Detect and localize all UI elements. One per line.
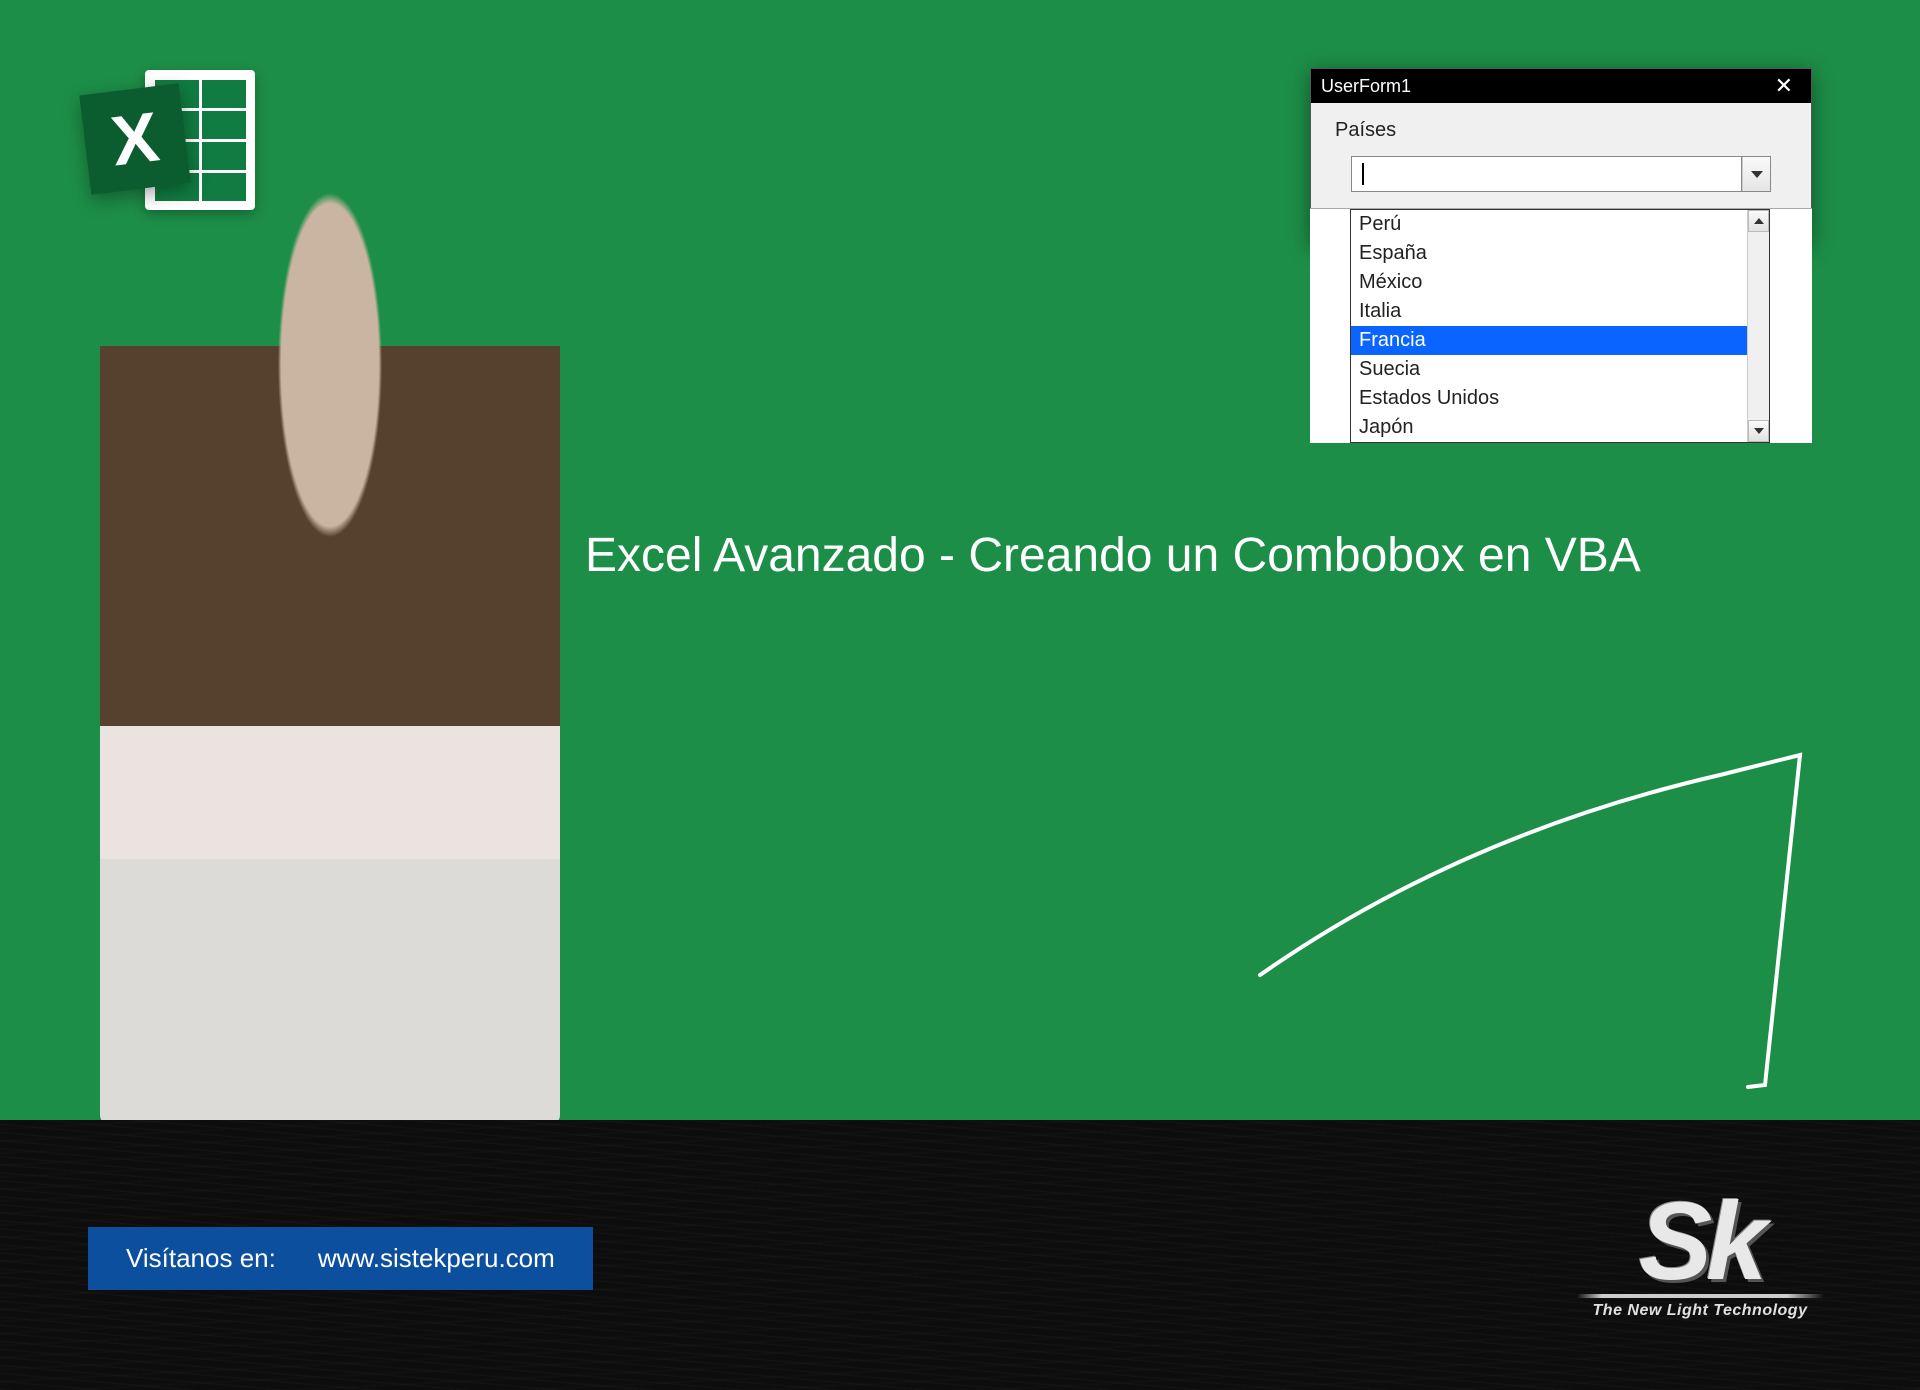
dropdown-item[interactable]: México (1351, 268, 1747, 297)
visit-banner: Visítanos en: www.sistekperu.com (88, 1227, 593, 1290)
decorative-swoosh (1240, 715, 1860, 1105)
visit-label: Visítanos en: (126, 1243, 276, 1274)
scrollbar[interactable] (1747, 210, 1769, 442)
sk-logo: Sk The New Light Technology (1570, 1195, 1830, 1321)
dropdown-item[interactable]: Estados Unidos (1351, 384, 1747, 413)
excel-logo-x-icon: X (79, 83, 190, 194)
combobox-input[interactable] (1351, 156, 1771, 192)
dropdown-backdrop: PerúEspañaMéxicoItaliaFranciaSueciaEstad… (1310, 208, 1812, 443)
combobox[interactable] (1351, 156, 1771, 192)
chevron-down-icon[interactable] (1742, 157, 1770, 191)
visit-url[interactable]: www.sistekperu.com (318, 1243, 555, 1274)
slide-headline: Excel Avanzado - Creando un Combobox en … (585, 520, 1840, 592)
sk-logo-tagline: The New Light Technology (1570, 1302, 1830, 1320)
close-icon[interactable]: ✕ (1767, 75, 1801, 97)
userform-titlebar[interactable]: UserForm1 ✕ (1311, 69, 1811, 103)
person-photo (100, 175, 560, 1125)
dropdown-items-container: PerúEspañaMéxicoItaliaFranciaSueciaEstad… (1351, 210, 1747, 442)
scroll-down-icon[interactable] (1748, 420, 1769, 442)
dropdown-item[interactable]: Japón (1351, 413, 1747, 442)
sk-logo-underline (1576, 1294, 1824, 1298)
scroll-up-icon[interactable] (1748, 210, 1769, 232)
dropdown-item[interactable]: Francia (1351, 326, 1747, 355)
dropdown-item[interactable]: España (1351, 239, 1747, 268)
dropdown-item[interactable]: Perú (1351, 210, 1747, 239)
dropdown-item[interactable]: Italia (1351, 297, 1747, 326)
text-cursor (1362, 163, 1364, 185)
combobox-label: Países (1335, 119, 1787, 142)
combobox-value[interactable] (1352, 157, 1742, 191)
dropdown-item[interactable]: Suecia (1351, 355, 1747, 384)
combobox-dropdown[interactable]: PerúEspañaMéxicoItaliaFranciaSueciaEstad… (1350, 209, 1770, 443)
sk-logo-text: Sk (1570, 1195, 1830, 1289)
userform-title: UserForm1 (1321, 76, 1411, 97)
